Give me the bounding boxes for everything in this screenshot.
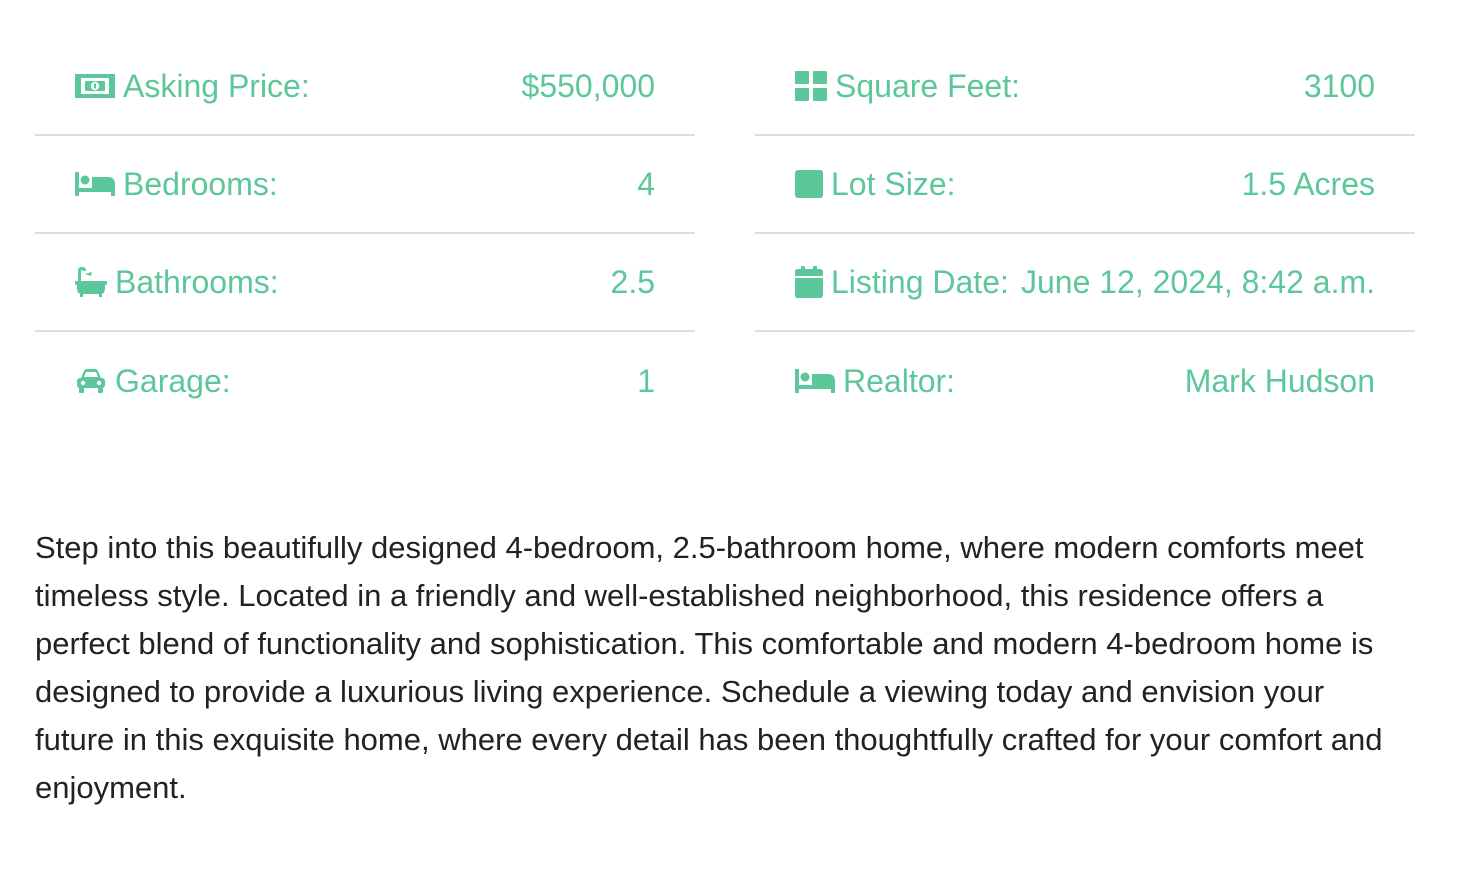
detail-row-bathrooms: Bathrooms: 2.5 <box>35 234 695 332</box>
detail-row-lot-size: Lot Size: 1.5 Acres <box>755 136 1415 234</box>
detail-label: Garage: <box>115 362 231 399</box>
property-details: Asking Price: $550,000 Bedrooms: 4 Bathr… <box>35 38 1415 430</box>
detail-label: Bathrooms: <box>115 263 279 300</box>
detail-label: Square Feet: <box>835 67 1020 104</box>
detail-row-asking-price: Asking Price: $550,000 <box>35 38 695 136</box>
detail-value: 1.5 Acres <box>1241 165 1375 202</box>
detail-label-group: Listing Date: <box>795 264 1009 301</box>
detail-value: $550,000 <box>521 67 655 104</box>
detail-label: Listing Date: <box>831 263 1009 300</box>
grid-icon <box>795 71 827 101</box>
detail-label-group: Square Feet: <box>795 68 1020 105</box>
car-icon <box>75 368 107 394</box>
square-icon <box>795 170 823 198</box>
detail-row-square-feet: Square Feet: 3100 <box>755 38 1415 136</box>
money-bill-icon <box>75 72 115 100</box>
detail-value: 2.5 <box>610 263 655 300</box>
detail-value: 1 <box>637 362 655 399</box>
detail-value: June 12, 2024, 8:42 a.m. <box>1020 263 1375 300</box>
bed-icon <box>795 368 835 394</box>
detail-row-garage: Garage: 1 <box>35 332 695 430</box>
property-description: Step into this beautifully designed 4-be… <box>35 530 1383 805</box>
calendar-icon <box>795 266 823 298</box>
detail-label-group: Bathrooms: <box>75 264 279 301</box>
details-column-right: Square Feet: 3100 Lot Size: 1.5 Acres Li… <box>755 38 1415 430</box>
detail-label: Realtor: <box>843 362 956 399</box>
detail-label-group: Garage: <box>75 363 231 400</box>
detail-value: 4 <box>637 165 655 202</box>
detail-label-group: Lot Size: <box>795 166 956 203</box>
detail-label-group: Bedrooms: <box>75 166 278 203</box>
detail-label: Bedrooms: <box>123 165 278 202</box>
bath-icon <box>75 267 107 297</box>
detail-label: Asking Price: <box>123 67 310 104</box>
detail-label-group: Realtor: <box>795 363 955 400</box>
detail-value: 3100 <box>1303 67 1375 104</box>
detail-label: Lot Size: <box>831 165 956 202</box>
detail-row-listing-date: Listing Date: June 12, 2024, 8:42 a.m. <box>755 234 1415 332</box>
detail-row-bedrooms: Bedrooms: 4 <box>35 136 695 234</box>
detail-row-realtor: Realtor: Mark Hudson <box>755 332 1415 430</box>
detail-label-group: Asking Price: <box>75 68 310 105</box>
bed-icon <box>75 171 115 197</box>
details-column-left: Asking Price: $550,000 Bedrooms: 4 Bathr… <box>35 38 695 430</box>
detail-value: Mark Hudson <box>1184 362 1375 399</box>
